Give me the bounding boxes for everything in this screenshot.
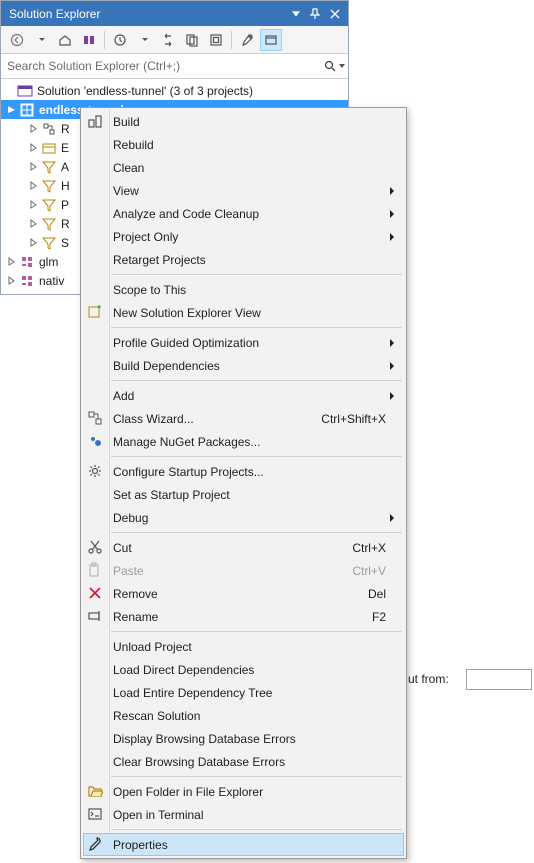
menu-pgo[interactable]: Profile Guided Optimization bbox=[83, 331, 404, 354]
project-icon bbox=[19, 254, 35, 270]
menu-rescan[interactable]: Rescan Solution bbox=[83, 704, 404, 727]
menu-set-startup[interactable]: Set as Startup Project bbox=[83, 483, 404, 506]
menu-analyze[interactable]: Analyze and Code Cleanup bbox=[83, 202, 404, 225]
back-dropdown[interactable] bbox=[30, 29, 52, 51]
menu-remove[interactable]: RemoveDel bbox=[83, 582, 404, 605]
wrench-icon bbox=[87, 836, 103, 852]
rename-icon bbox=[87, 608, 103, 624]
collapse-all-button[interactable] bbox=[205, 29, 227, 51]
menu-rename[interactable]: RenameF2 bbox=[83, 605, 404, 628]
build-icon bbox=[87, 113, 103, 129]
menu-rebuild[interactable]: Rebuild bbox=[83, 133, 404, 156]
menu-disp-errors[interactable]: Display Browsing Database Errors bbox=[83, 727, 404, 750]
menu-load-tree[interactable]: Load Entire Dependency Tree bbox=[83, 681, 404, 704]
menu-project-only[interactable]: Project Only bbox=[83, 225, 404, 248]
menu-new-view[interactable]: New Solution Explorer View bbox=[83, 301, 404, 324]
menu-unload[interactable]: Unload Project bbox=[83, 635, 404, 658]
window-position-icon[interactable] bbox=[288, 6, 304, 22]
nuget-icon bbox=[87, 433, 103, 449]
show-all-files-button[interactable] bbox=[181, 29, 203, 51]
pending-changes-dropdown[interactable] bbox=[133, 29, 155, 51]
context-menu: Build Rebuild Clean View Analyze and Cod… bbox=[80, 107, 407, 859]
search-icon[interactable] bbox=[322, 59, 346, 73]
expander-open-icon[interactable] bbox=[5, 103, 18, 116]
menu-debug[interactable]: Debug bbox=[83, 506, 404, 529]
gear-icon bbox=[87, 463, 103, 479]
menu-clear-errors[interactable]: Clear Browsing Database Errors bbox=[83, 750, 404, 773]
background-input[interactable] bbox=[466, 669, 532, 690]
menu-cut[interactable]: CutCtrl+X bbox=[83, 536, 404, 559]
menu-retarget[interactable]: Retarget Projects bbox=[83, 248, 404, 271]
project-icon bbox=[19, 102, 35, 118]
search-input[interactable] bbox=[5, 58, 322, 74]
home-button[interactable] bbox=[54, 29, 76, 51]
references-icon bbox=[41, 121, 57, 137]
filter-icon bbox=[41, 159, 57, 175]
filter-icon bbox=[41, 197, 57, 213]
paste-icon bbox=[87, 562, 103, 578]
menu-nuget[interactable]: Manage NuGet Packages... bbox=[83, 430, 404, 453]
terminal-icon bbox=[87, 806, 103, 822]
menu-build-deps[interactable]: Build Dependencies bbox=[83, 354, 404, 377]
menu-properties[interactable]: Properties bbox=[83, 833, 404, 856]
menu-load-direct[interactable]: Load Direct Dependencies bbox=[83, 658, 404, 681]
close-icon[interactable] bbox=[326, 5, 344, 23]
project-icon bbox=[19, 273, 35, 289]
pending-changes-button[interactable] bbox=[109, 29, 131, 51]
background-label-fragment: ut from: bbox=[408, 672, 449, 686]
menu-config-startup[interactable]: Configure Startup Projects... bbox=[83, 460, 404, 483]
pin-icon[interactable] bbox=[306, 5, 324, 23]
menu-scope[interactable]: Scope to This bbox=[83, 278, 404, 301]
menu-open-terminal[interactable]: Open in Terminal bbox=[83, 803, 404, 826]
panel-title-text: Solution Explorer bbox=[9, 7, 288, 21]
menu-class-wizard[interactable]: Class Wizard... Ctrl+Shift+X bbox=[83, 407, 404, 430]
toolbar bbox=[1, 26, 348, 54]
back-button[interactable] bbox=[6, 29, 28, 51]
preview-button[interactable] bbox=[260, 29, 282, 51]
solution-icon bbox=[17, 83, 33, 99]
menu-view[interactable]: View bbox=[83, 179, 404, 202]
menu-open-folder[interactable]: Open Folder in File Explorer bbox=[83, 780, 404, 803]
menu-add[interactable]: Add bbox=[83, 384, 404, 407]
menu-build[interactable]: Build bbox=[83, 110, 404, 133]
properties-button[interactable] bbox=[236, 29, 258, 51]
expander-closed-icon[interactable] bbox=[27, 122, 40, 135]
menu-paste: PasteCtrl+V bbox=[83, 559, 404, 582]
external-deps-icon bbox=[41, 140, 57, 156]
solution-node[interactable]: Solution 'endless-tunnel' (3 of 3 projec… bbox=[1, 81, 348, 100]
filter-icon bbox=[41, 178, 57, 194]
filter-icon bbox=[41, 235, 57, 251]
menu-clean[interactable]: Clean bbox=[83, 156, 404, 179]
switch-views-button[interactable] bbox=[78, 29, 100, 51]
search-row bbox=[1, 54, 348, 79]
class-wizard-icon bbox=[87, 410, 103, 426]
filter-icon bbox=[41, 216, 57, 232]
cut-icon bbox=[87, 539, 103, 555]
sync-button[interactable] bbox=[157, 29, 179, 51]
new-view-icon bbox=[87, 304, 103, 320]
open-folder-icon bbox=[87, 783, 103, 799]
remove-icon bbox=[87, 585, 103, 601]
solution-label: Solution 'endless-tunnel' (3 of 3 projec… bbox=[37, 84, 344, 98]
panel-title-bar[interactable]: Solution Explorer bbox=[1, 1, 348, 26]
